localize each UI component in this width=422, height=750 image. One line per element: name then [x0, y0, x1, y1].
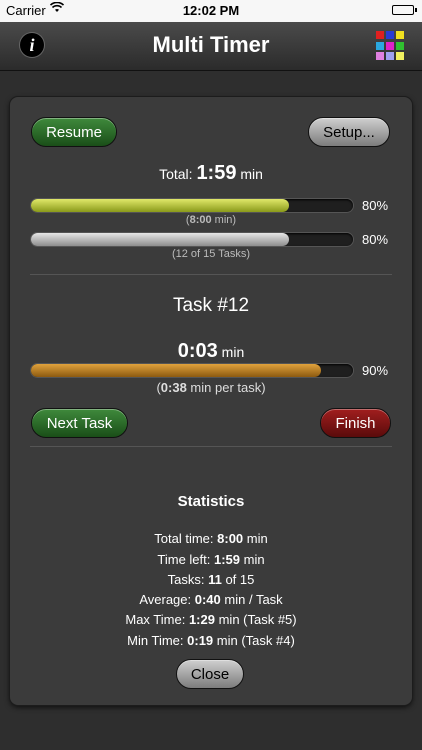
setup-button[interactable]: Setup...: [308, 117, 390, 147]
tasks-detail: (12 of 15 Tasks): [171, 248, 251, 260]
tasks-progress-bar: [31, 233, 353, 246]
navigation-bar: i Multi Timer: [0, 22, 422, 71]
divider: [30, 274, 392, 275]
stat-average: Average: 0:40 min / Task: [139, 592, 283, 607]
tasks-progress-fill: [31, 233, 289, 246]
finish-button[interactable]: Finish: [320, 408, 391, 438]
color-grid-cell: [386, 41, 394, 50]
task-detail: (0:38 min per task): [10, 380, 412, 395]
timer-panel: Resume Setup... Total: 1:59 min 80% (8:0…: [10, 97, 412, 705]
status-bar: Carrier 12:02 PM: [0, 0, 422, 22]
total-time-detail: (8:00 min): [10, 214, 412, 226]
color-grid-cell: [396, 31, 404, 39]
color-grid-cell: [386, 31, 394, 39]
stat-max-time: Max Time: 1:29 min (Task #5): [125, 612, 297, 627]
color-grid-cell: [386, 52, 394, 61]
task-unit: min: [221, 344, 245, 360]
next-task-button[interactable]: Next Task: [31, 408, 128, 438]
color-grid-cell: [376, 41, 384, 50]
battery-icon: [392, 5, 417, 15]
stat-total-time: Total time: 8:00 min: [154, 531, 268, 546]
task-percent: 90%: [362, 363, 389, 378]
divider: [30, 446, 392, 447]
tasks-percent: 80%: [362, 232, 389, 247]
total-time-readout: Total: 1:59 min: [10, 162, 412, 185]
close-button[interactable]: Close: [176, 659, 244, 689]
resume-button[interactable]: Resume: [31, 117, 117, 147]
statistics-heading: Statistics: [177, 493, 245, 510]
color-grid-cell: [396, 52, 404, 61]
color-grid-cell: [376, 31, 384, 39]
task-time-readout: 0:03 min: [10, 340, 412, 363]
total-value: 1:59: [196, 162, 237, 184]
color-grid-cell: [376, 52, 384, 61]
clock: 12:02 PM: [182, 3, 240, 18]
color-grid-icon[interactable]: [376, 31, 406, 61]
task-detail-close: min per task): [186, 380, 266, 395]
total-time-detail-close: min): [211, 214, 237, 226]
task-progress-bar: [31, 364, 353, 377]
stat-min-time: Min Time: 0:19 min (Task #4): [127, 633, 295, 648]
stat-time-left: Time left: 1:59 min: [157, 552, 265, 567]
total-time-progress-fill: [31, 199, 289, 212]
total-time-detail-value: 8:00: [189, 214, 212, 226]
total-prefix: Total:: [159, 166, 193, 182]
task-detail-value: 0:38: [160, 380, 187, 395]
stat-tasks: Tasks: 11 of 15: [167, 572, 255, 587]
task-value: 0:03: [177, 340, 218, 362]
total-unit: min: [240, 166, 263, 182]
task-progress-fill: [31, 364, 321, 377]
total-time-percent: 80%: [362, 198, 389, 213]
total-time-progress-bar: [31, 199, 353, 212]
app-title: Multi Timer: [152, 32, 270, 57]
color-grid-cell: [396, 41, 404, 50]
task-title: Task #12: [172, 295, 250, 316]
